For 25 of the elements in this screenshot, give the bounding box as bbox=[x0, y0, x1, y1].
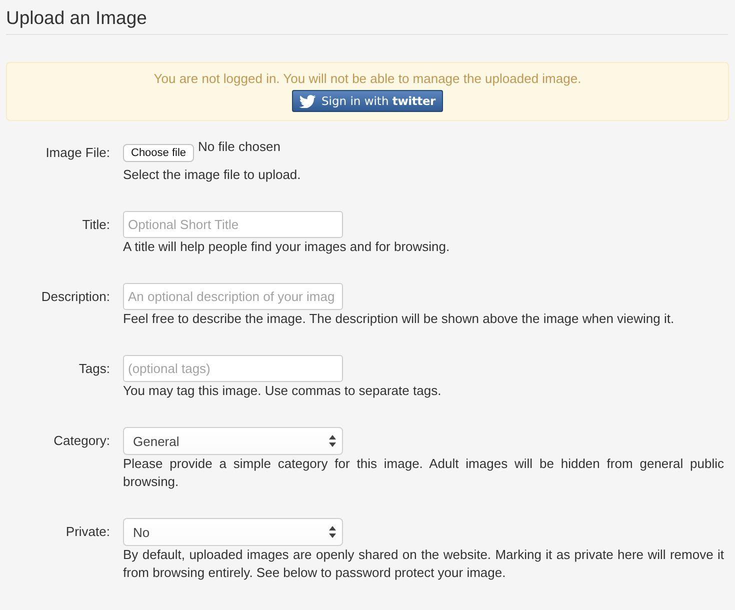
help-text: Feel free to describe the image. The description will be shown above the image when viewing it. bbox=[123, 310, 676, 328]
text-input-field[interactable]: An optional description of your imag bbox=[123, 283, 343, 310]
alert-message: You are not logged in. You will not be able to manage the uploaded image. bbox=[154, 70, 582, 88]
text-input-field[interactable]: Optional Short Title bbox=[123, 211, 343, 238]
help-text: Select the image file to upload. bbox=[123, 166, 302, 184]
page-title: Upload an Image bbox=[6, 6, 147, 30]
updown-arrows-icon bbox=[329, 526, 336, 538]
field-label: Description: bbox=[41, 288, 110, 306]
updown-arrows-icon bbox=[329, 435, 336, 447]
field-label: Category: bbox=[54, 432, 110, 450]
bird-icon bbox=[299, 94, 316, 108]
file-status-text: No file chosen bbox=[198, 141, 280, 153]
dropdown-select[interactable]: General bbox=[123, 427, 343, 455]
field-label: Tags: bbox=[78, 360, 110, 378]
field-label: Title: bbox=[82, 216, 110, 234]
help-text: Please provide a simple category for this image. Adult images will be hidden from general public browsing. bbox=[123, 455, 724, 491]
choose-file-button[interactable]: Choose file bbox=[123, 144, 194, 162]
sign-in-button[interactable]: Sign in with twitter bbox=[292, 90, 443, 112]
help-text: A title will help people find your images and for browsing. bbox=[123, 238, 451, 256]
field-label: Private: bbox=[66, 523, 110, 541]
help-text: By default, uploaded images are openly shared on the website. Marking it as private here will remove it from browsing entirely. See below to password protect your image. bbox=[123, 546, 724, 582]
dropdown-select[interactable]: No bbox=[123, 518, 343, 546]
text-input-field[interactable]: (optional tags) bbox=[123, 355, 343, 382]
field-label: Image File: bbox=[46, 144, 110, 162]
help-text: You may tag this image. Use commas to separate tags. bbox=[123, 382, 442, 400]
